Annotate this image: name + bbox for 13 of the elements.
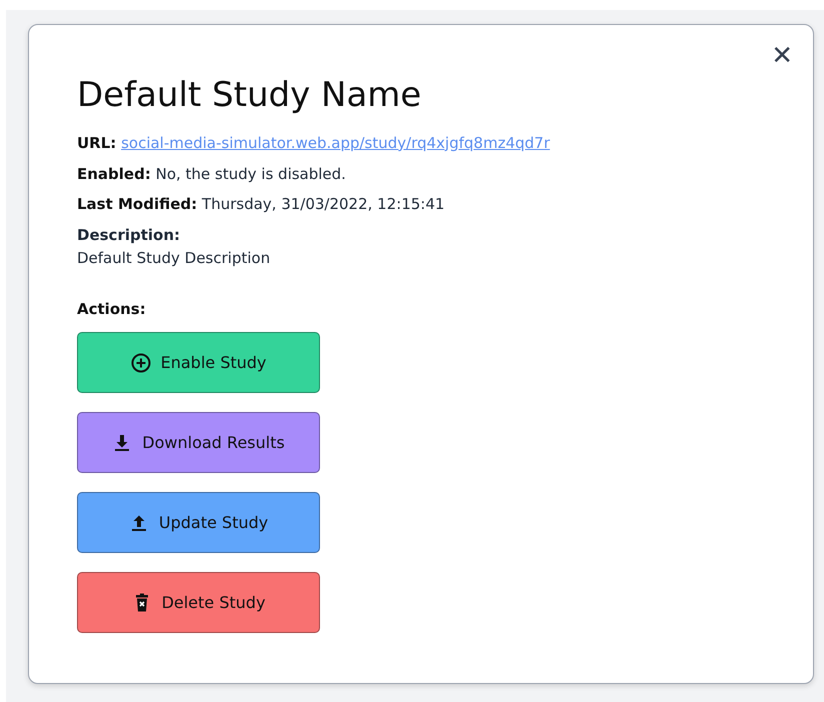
action-button[interactable]: Delete Study <box>77 572 320 634</box>
action-button[interactable]: Download Results <box>77 412 320 474</box>
action-button[interactable]: Update Study <box>77 492 320 554</box>
field-value: Default Study Description <box>77 248 272 268</box>
close-button[interactable]: ✕ <box>767 41 797 71</box>
dialog-title: Default Study Name <box>77 75 422 116</box>
field-text: Enabled: No, the study is disabled. <box>77 164 347 184</box>
field-label: Description: <box>77 226 182 245</box>
field-text: Last Modified: Thursday, 31/03/2022, 12:15:41 <box>77 195 446 214</box>
section-label: Actions: <box>77 298 147 320</box>
field-label: URL: <box>77 134 116 152</box>
plus-circle-icon <box>130 352 151 373</box>
action-button[interactable]: Enable Study <box>77 332 320 394</box>
